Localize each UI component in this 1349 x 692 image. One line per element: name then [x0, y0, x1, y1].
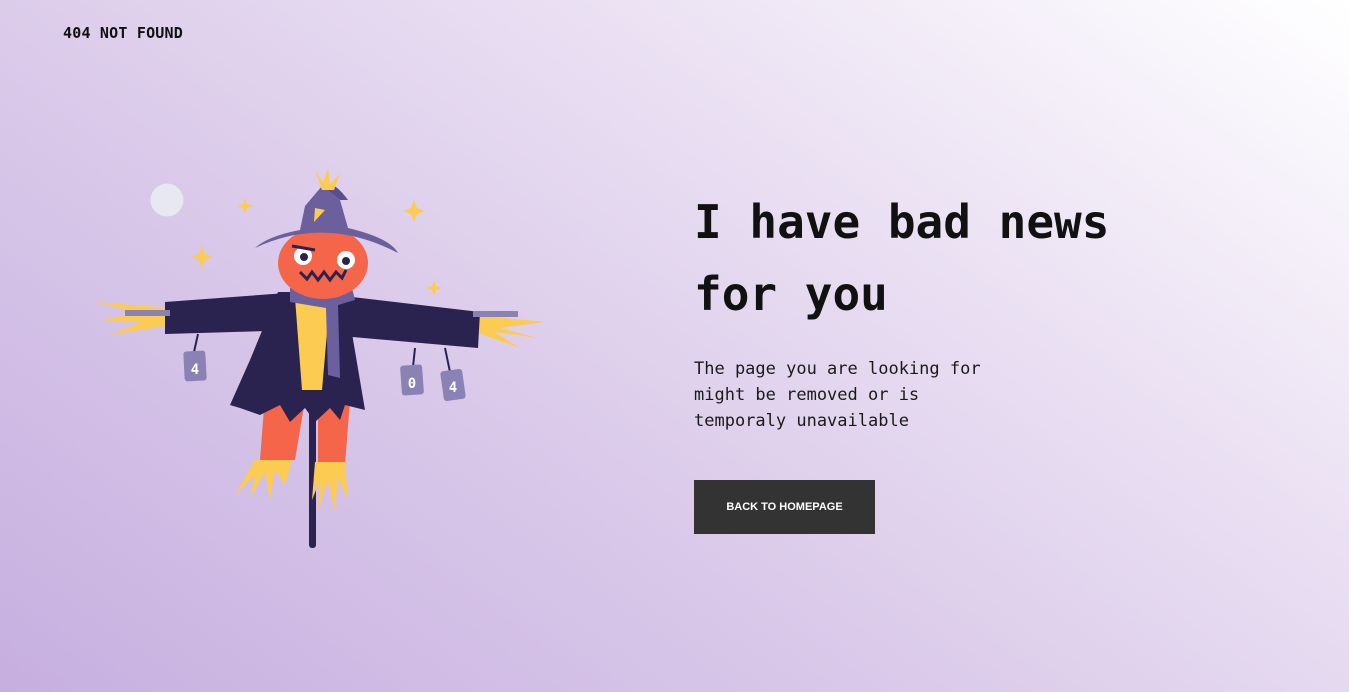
right-foot-straw — [312, 462, 348, 512]
can-label-1: 4 — [191, 362, 199, 378]
brand-logo-text[interactable]: 404 NOT FOUND — [63, 24, 183, 42]
scarecrow-illustration: 4 0 4 — [90, 160, 560, 560]
back-to-homepage-button[interactable]: BACK TO HOMEPAGE — [694, 480, 875, 534]
left-straw-hand — [95, 302, 170, 335]
right-straw-hand — [475, 315, 545, 348]
page-description: The page you are looking for might be re… — [694, 359, 981, 431]
hanging-can-3: 4 — [440, 347, 466, 401]
hat-straw — [315, 168, 340, 190]
moon-icon — [149, 182, 185, 218]
left-foot-straw — [235, 460, 292, 500]
can-label-2: 0 — [408, 376, 416, 392]
hanging-can-1: 4 — [183, 333, 207, 382]
can-label-3: 4 — [449, 380, 457, 396]
page-headline: I have bad news for you — [694, 195, 1110, 321]
scarecrow-head — [278, 227, 368, 299]
hanging-can-2: 0 — [400, 347, 424, 396]
